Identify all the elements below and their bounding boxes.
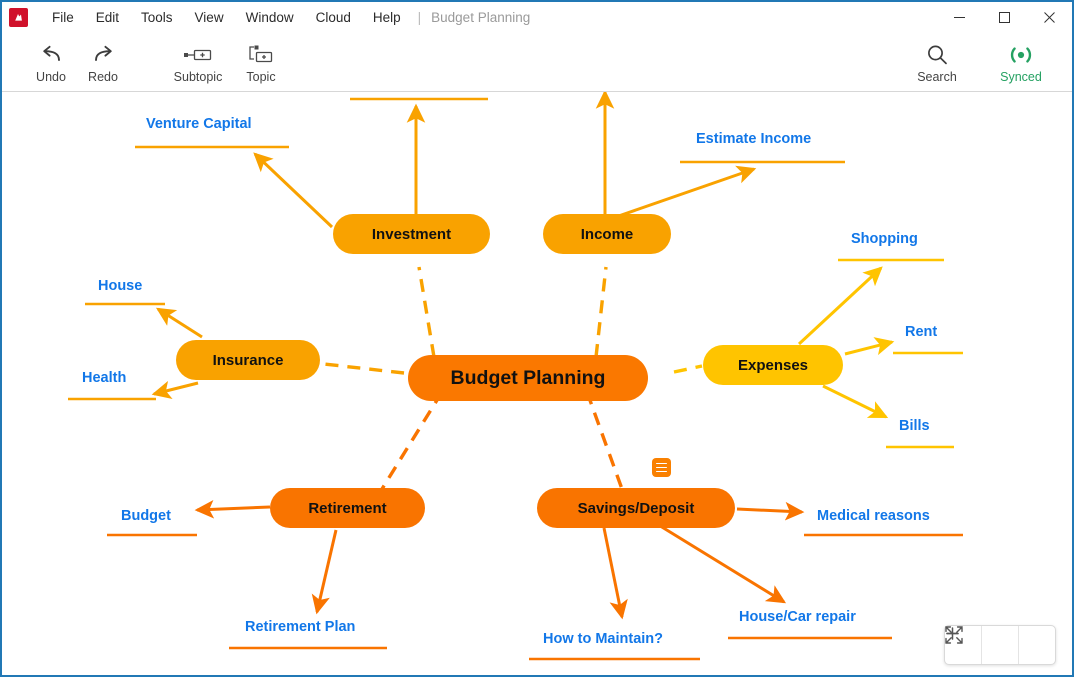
subtopic-health[interactable]: Health — [82, 369, 126, 387]
topic-label: Topic — [246, 70, 276, 84]
central-topic-label: Budget Planning — [450, 366, 606, 389]
subtopic-retirement-plan-label: Retirement Plan — [245, 619, 356, 635]
topic-income-label: Income — [580, 225, 634, 243]
subtopic-house-label: House — [98, 278, 143, 294]
search-icon — [925, 41, 949, 69]
app-logo-icon — [9, 8, 28, 27]
topic-savings-deposit-label: Savings/Deposit — [577, 499, 695, 517]
subtopic-icon — [183, 41, 213, 69]
fit-to-screen-button[interactable] — [945, 626, 1019, 664]
subtopic-venture-capital[interactable]: Venture Capital — [146, 115, 252, 133]
subtopic-medical-reasons[interactable]: Medical reasons — [817, 507, 930, 525]
close-button[interactable] — [1027, 2, 1072, 33]
menu-item-tools[interactable]: Tools — [130, 2, 184, 33]
subtopic-budget-label: Budget — [121, 508, 171, 524]
topic-expenses-label: Expenses — [737, 356, 809, 374]
subtopic-estimate-income-label: Estimate Income — [696, 131, 812, 147]
redo-button[interactable]: Redo — [74, 37, 132, 84]
subtopic-how-to-maintain-label: How to Maintain? — [543, 631, 664, 647]
topic-insurance-label: Insurance — [212, 351, 284, 369]
topic-expenses[interactable]: Expenses — [703, 345, 843, 385]
title-bar: File Edit Tools View Window Cloud Help |… — [2, 2, 1072, 33]
subtopic-label: Subtopic — [173, 70, 223, 84]
undo-arrow-icon — [39, 41, 64, 69]
redo-label: Redo — [88, 70, 118, 84]
search-button[interactable]: Search — [908, 37, 966, 84]
undo-label: Undo — [36, 70, 66, 84]
undo-button[interactable]: Undo — [22, 37, 80, 84]
menu-item-cloud[interactable]: Cloud — [305, 2, 362, 33]
central-topic-budget-planning[interactable]: Budget Planning — [408, 355, 648, 401]
sync-signal-icon — [1006, 41, 1036, 69]
menu-bar: File Edit Tools View Window Cloud Help |… — [41, 2, 530, 33]
subtopic-medical-reasons-label: Medical reasons — [817, 508, 930, 524]
menu-item-help[interactable]: Help — [362, 2, 412, 33]
subtopic-bills[interactable]: Bills — [899, 417, 930, 435]
notes-badge-icon[interactable] — [652, 458, 671, 477]
subtopic-estimate-income[interactable]: Estimate Income — [696, 130, 811, 148]
menu-item-window[interactable]: Window — [235, 2, 305, 33]
menu-item-view[interactable]: View — [184, 2, 235, 33]
plus-icon — [946, 627, 959, 640]
search-label: Search — [917, 70, 957, 84]
subtopic-health-label: Health — [82, 370, 127, 386]
menu-item-edit[interactable]: Edit — [85, 2, 130, 33]
topic-savings-deposit[interactable]: Savings/Deposit — [537, 488, 735, 528]
subtopic-rent-label: Rent — [905, 324, 938, 340]
topic-investment[interactable]: Investment — [333, 214, 490, 254]
subtopic-rent[interactable]: Rent — [905, 323, 937, 341]
sync-status-button[interactable]: Synced — [992, 37, 1050, 84]
topic-retirement-label: Retirement — [308, 499, 387, 517]
subtopic-budget[interactable]: Budget — [121, 507, 171, 525]
redo-arrow-icon — [91, 41, 116, 69]
subtopic-shopping[interactable]: Shopping — [851, 230, 918, 248]
subtopic-house[interactable]: House — [98, 277, 142, 295]
window-controls — [937, 2, 1072, 33]
minimize-button[interactable] — [937, 2, 982, 33]
document-title: Budget Planning — [431, 10, 531, 25]
subtopic-house-car-repair[interactable]: House/Car repair — [739, 608, 856, 626]
topic-investment-label: Investment — [371, 225, 452, 243]
menu-item-file[interactable]: File — [41, 2, 85, 33]
subtopic-shopping-label: Shopping — [851, 231, 918, 247]
subtopic-house-car-repair-label: House/Car repair — [739, 609, 856, 625]
zoom-in-button[interactable] — [946, 626, 1055, 664]
topic-income[interactable]: Income — [543, 214, 671, 254]
subtopic-venture-capital-label: Venture Capital — [146, 116, 252, 132]
subtopic-retirement-plan[interactable]: Retirement Plan — [245, 618, 355, 636]
subtopic-bills-label: Bills — [899, 418, 930, 434]
zoom-control — [944, 625, 1056, 665]
sync-label: Synced — [1000, 70, 1042, 84]
topic-insurance[interactable]: Insurance — [176, 340, 320, 380]
maximize-button[interactable] — [982, 2, 1027, 33]
topic-button[interactable]: Topic — [232, 37, 290, 84]
subtopic-how-to-maintain[interactable]: How to Maintain? — [543, 630, 663, 648]
application-window: File Edit Tools View Window Cloud Help |… — [0, 0, 1074, 677]
topic-retirement[interactable]: Retirement — [270, 488, 425, 528]
title-separator: | — [417, 10, 422, 25]
toolbar: Undo Redo Subtopic Topic Search Synced — [2, 33, 1072, 92]
topic-icon — [248, 41, 274, 69]
subtopic-button[interactable]: Subtopic — [166, 37, 230, 84]
mindmap-canvas[interactable]: Budget Planning Investment Income Insura… — [2, 92, 1072, 675]
